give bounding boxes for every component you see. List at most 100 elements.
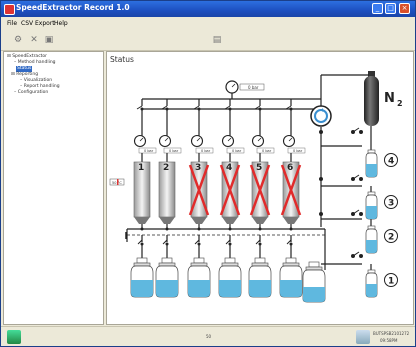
application-window: SpeedExtractor Record 1.0 _ □ × File CSV…	[0, 0, 416, 347]
cell-column-tip	[159, 217, 175, 224]
cell-pressure-readout: 0 bar	[293, 149, 303, 153]
pressure-gauge-main: 0 bar	[225, 80, 265, 94]
cell-column-tip	[222, 217, 238, 224]
maximize-button[interactable]: □	[385, 3, 396, 14]
valve-switches[interactable]	[319, 127, 363, 258]
menu-help[interactable]: Help	[54, 20, 68, 27]
solvent-bottle: 4	[365, 149, 398, 178]
vial-liquid	[131, 280, 153, 297]
navigation-tree: ⊟ SpeedExtractor – Method handling Statu…	[3, 51, 104, 325]
vial-cap	[224, 257, 236, 264]
outlet-node	[140, 227, 144, 231]
gas-cylinder: N 2	[364, 71, 403, 126]
solvent-bottle: 3	[365, 191, 398, 220]
outlet-node	[165, 227, 169, 231]
menu-csv-export[interactable]: CSV Export	[21, 20, 55, 27]
extraction-cell[interactable]: 0 bar 5	[249, 99, 275, 258]
network-icon	[356, 330, 370, 344]
status-machine-id: BUTSPSB2101272	[373, 331, 410, 336]
cell-pressure-readout: 0 bar	[232, 149, 242, 153]
extraction-cell[interactable]: 0 bar 2	[158, 99, 182, 258]
outlet-node	[197, 227, 201, 231]
cell-pressure-readout: 0 bar	[144, 149, 154, 153]
cell-column-tip	[191, 217, 207, 224]
vial-cap	[193, 257, 205, 264]
process-diagram: N 2 0 bar 4321 0 bar10 bar20 bar30 bar40…	[109, 71, 403, 303]
waste-bottle	[302, 261, 326, 303]
vial-liquid	[188, 280, 210, 297]
bottle-liquid	[366, 240, 377, 253]
tree-item-label: Visualization	[23, 78, 53, 83]
vial-neck	[190, 262, 208, 267]
outlet-node	[289, 227, 293, 231]
cell-number: 4	[226, 163, 232, 173]
status-center-text: 50	[206, 334, 212, 339]
tree-item-label: Configuration	[17, 90, 49, 95]
cell-number: 5	[256, 163, 262, 173]
solvent-bottle: 1	[365, 269, 398, 298]
collection-vial	[218, 257, 242, 298]
solvent-number: 2	[388, 233, 394, 243]
solvent-number: 1	[388, 277, 394, 287]
extraction-cell[interactable]: 0 bar 1	[133, 99, 157, 258]
collection-vial	[279, 257, 303, 298]
status-panel: Status N 2 0 bar 4 3 2 1 0 bar 1 0 bar 2…	[106, 51, 414, 325]
vial-liquid	[249, 280, 271, 297]
cell-number: 1	[138, 163, 144, 173]
tree-item-label: Reporting	[16, 72, 39, 77]
cell-pressure-readout: 0 bar	[201, 149, 211, 153]
solvent-number: 4	[388, 157, 394, 167]
toolbar: ⚙ ✕ ▣ ▤	[1, 30, 415, 51]
bottle-liquid	[366, 164, 377, 177]
collection-vial	[130, 257, 154, 298]
chart-icon[interactable]: ▤	[211, 34, 223, 46]
extraction-cell[interactable]: 0 bar 6	[280, 99, 306, 258]
gas-subscript: 2	[397, 99, 403, 108]
cell-column-tip	[252, 217, 268, 224]
vial-neck	[251, 262, 269, 267]
menu-bar: File CSV Export Help	[1, 18, 415, 29]
vial-liquid	[280, 280, 302, 297]
status-time: 09:58PM	[380, 338, 398, 343]
cell-column-tip	[134, 217, 150, 224]
app-icon	[4, 4, 15, 15]
bottle-liquid	[366, 284, 377, 297]
bottle-cap	[367, 225, 376, 230]
bottle-cap	[367, 149, 376, 154]
collection-bottles	[130, 257, 303, 298]
gear-icon[interactable]: ⚙	[12, 34, 24, 46]
recirculation-pump[interactable]	[310, 105, 332, 127]
vial-neck	[282, 262, 300, 267]
gas-label: N	[384, 91, 395, 106]
tree-item-configuration[interactable]: – Configuration	[14, 90, 48, 96]
minimize-button[interactable]: _	[372, 3, 383, 14]
vial-liquid	[219, 280, 241, 297]
window-title: SpeedExtractor Record 1.0	[16, 3, 130, 12]
vial-cap	[161, 257, 173, 264]
tree-item-label: Report handling	[23, 84, 60, 89]
extraction-cells: 0 bar 1 0 bar 2 0 bar 3 0 bar 4 0 bar 5 0 bar 6	[133, 99, 306, 258]
temperature-indicator: 50 °C	[109, 178, 125, 186]
main-pressure-readout: 0 bar	[248, 85, 259, 90]
extraction-cell[interactable]: 0 bar 3	[188, 99, 214, 258]
vial-neck	[133, 262, 151, 267]
outlet-node	[228, 227, 232, 231]
close-button[interactable]: ×	[399, 3, 410, 14]
menu-file[interactable]: File	[7, 20, 17, 27]
computer-icon[interactable]	[7, 330, 21, 344]
collection-vial	[155, 257, 179, 298]
bottle-cap	[367, 269, 376, 274]
vial-cap	[254, 257, 266, 264]
solvent-bottle: 2	[365, 225, 398, 254]
title-bar: SpeedExtractor Record 1.0 _ □ ×	[1, 1, 415, 17]
save-icon[interactable]: ▣	[43, 34, 55, 46]
cell-number: 2	[163, 163, 169, 173]
outlet-node	[258, 227, 262, 231]
cell-pressure-readout: 0 bar	[169, 149, 179, 153]
cell-number: 3	[195, 163, 201, 173]
cell-pressure-readout: 0 bar	[262, 149, 272, 153]
cell-number: 6	[287, 163, 293, 173]
extraction-cell[interactable]: 0 bar 4	[219, 99, 245, 258]
close-icon[interactable]: ✕	[28, 34, 40, 46]
vial-neck	[221, 262, 239, 267]
